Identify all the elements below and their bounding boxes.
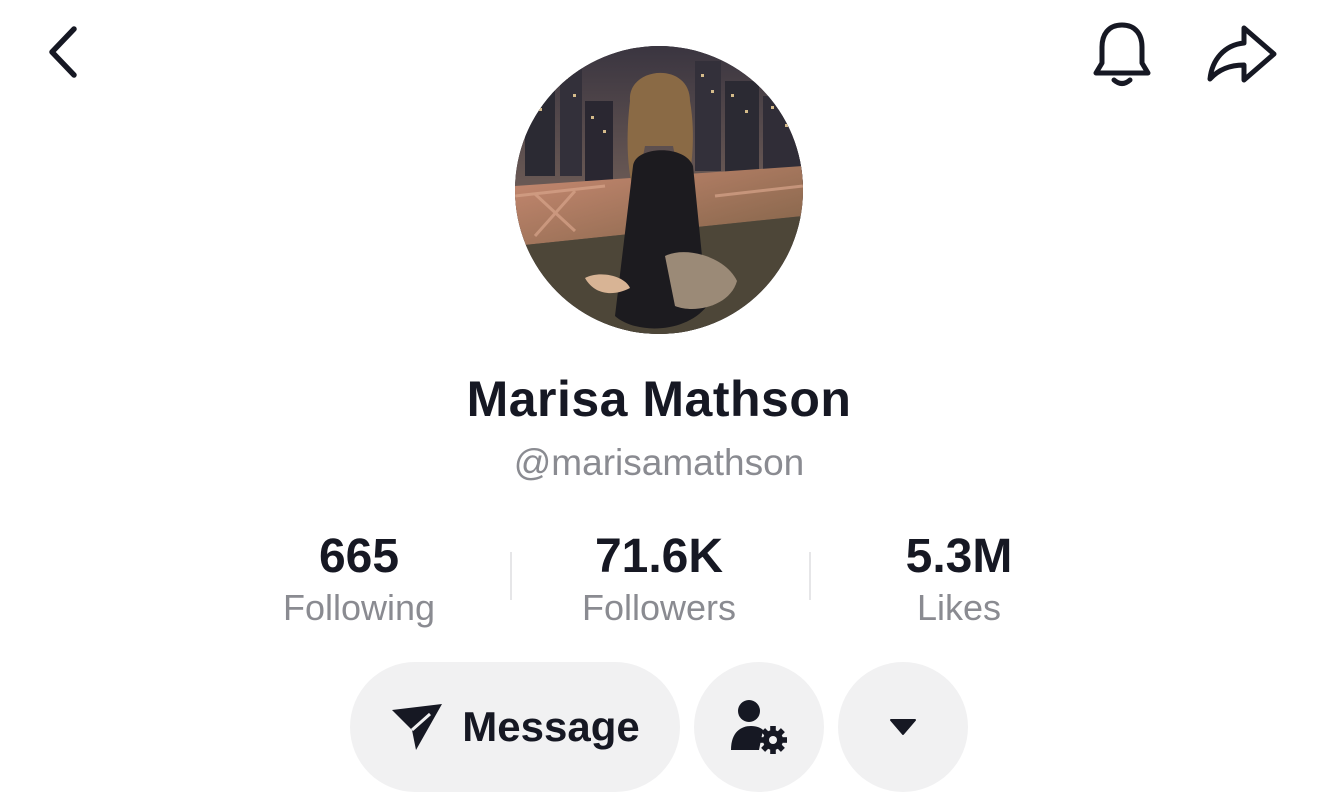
stat-value: 71.6K xyxy=(594,530,724,583)
stat-following[interactable]: 665 Following xyxy=(229,528,489,630)
display-name: Marisa Mathson xyxy=(466,371,852,427)
stat-likes[interactable]: 5.3M Likes xyxy=(829,528,1089,630)
friend-settings-button[interactable] xyxy=(694,662,824,792)
back-button[interactable] xyxy=(30,20,94,84)
divider xyxy=(510,552,512,600)
profile-photo xyxy=(515,46,803,334)
message-label: Message xyxy=(462,703,640,750)
bell-icon xyxy=(1093,22,1151,86)
send-arrow-icon xyxy=(392,704,443,750)
share-button[interactable] xyxy=(1200,18,1284,90)
avatar[interactable] xyxy=(515,46,803,334)
share-arrow-icon xyxy=(1207,25,1277,83)
message-button[interactable]: Message xyxy=(350,662,680,792)
user-gear-icon xyxy=(731,700,787,754)
divider xyxy=(809,552,811,600)
username: @marisamathson xyxy=(513,442,805,483)
stat-value: 665 xyxy=(318,530,400,583)
stat-label: Likes xyxy=(916,587,1002,628)
stat-label: Following xyxy=(282,587,436,628)
stat-label: Followers xyxy=(581,587,737,628)
notifications-button[interactable] xyxy=(1086,18,1158,90)
chevron-left-icon xyxy=(49,26,77,78)
caret-down-icon xyxy=(890,719,916,735)
more-options-button[interactable] xyxy=(838,662,968,792)
stat-value: 5.3M xyxy=(905,530,1013,583)
stat-followers[interactable]: 71.6K Followers xyxy=(529,528,789,630)
